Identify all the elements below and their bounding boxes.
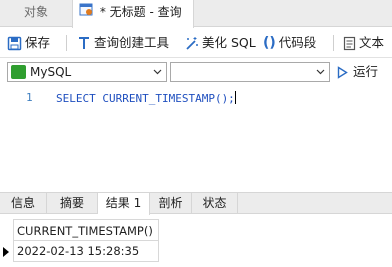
code-line[interactable]: SELECT CURRENT_TIMESTAMP();: [56, 91, 236, 105]
table-cell[interactable]: 2022-02-13 15:28:35: [13, 241, 159, 262]
save-icon: [7, 36, 22, 50]
line-number: 1: [26, 91, 33, 104]
run-label: 运行: [353, 64, 379, 79]
code-snippet-button[interactable]: () 代码段: [263, 28, 316, 58]
document-icon: [343, 36, 356, 50]
beautify-sql-button[interactable]: 美化 SQL: [184, 28, 256, 58]
connection-select[interactable]: MySQL: [7, 62, 167, 82]
toolbar: 保存 查询创建工具 美化 SQL () 代码段 文本: [0, 28, 392, 58]
connection-value: MySQL: [30, 65, 72, 79]
tab-objects[interactable]: 对象: [0, 0, 72, 27]
save-button[interactable]: 保存: [7, 28, 50, 58]
query-builder-button[interactable]: 查询创建工具: [77, 28, 169, 58]
parentheses-icon: (): [263, 35, 276, 51]
magic-wand-icon: [186, 36, 198, 50]
tab-info[interactable]: 信息: [0, 193, 47, 214]
result-grid: CURRENT_TIMESTAMP() 2022-02-13 15:28:35: [0, 215, 392, 267]
sql-text: SELECT CURRENT_TIMESTAMP();: [56, 92, 235, 105]
toolbar-divider: [66, 35, 67, 51]
toolbar-divider: [333, 35, 334, 51]
tab-profile[interactable]: 剖析: [150, 193, 192, 214]
chevron-down-icon: [316, 69, 325, 75]
tab-query[interactable]: * 无标题 - 查询: [72, 0, 194, 28]
run-button[interactable]: 运行: [337, 62, 378, 82]
chevron-down-icon: [153, 69, 162, 75]
query-builder-icon: [79, 36, 89, 49]
query-icon: [79, 0, 93, 25]
tab-query-label: * 无标题 - 查询: [99, 5, 182, 19]
sql-editor[interactable]: 1 SELECT CURRENT_TIMESTAMP();: [0, 86, 392, 190]
text-cursor: [234, 91, 236, 104]
document-tab-strip: 对象 * 无标题 - 查询: [0, 0, 392, 28]
result-tabs: 信息 摘要 结果 1 剖析 状态: [0, 192, 392, 215]
save-label: 保存: [25, 35, 51, 50]
tab-status[interactable]: 状态: [192, 193, 238, 214]
text-button[interactable]: 文本: [343, 28, 384, 58]
mysql-icon: [11, 65, 26, 79]
code-snippet-label: 代码段: [278, 35, 317, 50]
query-builder-label: 查询创建工具: [94, 35, 170, 50]
column-header[interactable]: CURRENT_TIMESTAMP(): [13, 219, 159, 241]
database-select[interactable]: [170, 62, 330, 82]
tab-result-1[interactable]: 结果 1: [98, 193, 150, 215]
connection-bar: MySQL 运行: [0, 59, 392, 86]
tab-summary[interactable]: 摘要: [47, 193, 98, 214]
current-row-indicator-icon: [3, 247, 9, 257]
text-label: 文本: [359, 35, 385, 50]
beautify-sql-label: 美化 SQL: [202, 35, 256, 50]
play-icon: [337, 65, 348, 79]
